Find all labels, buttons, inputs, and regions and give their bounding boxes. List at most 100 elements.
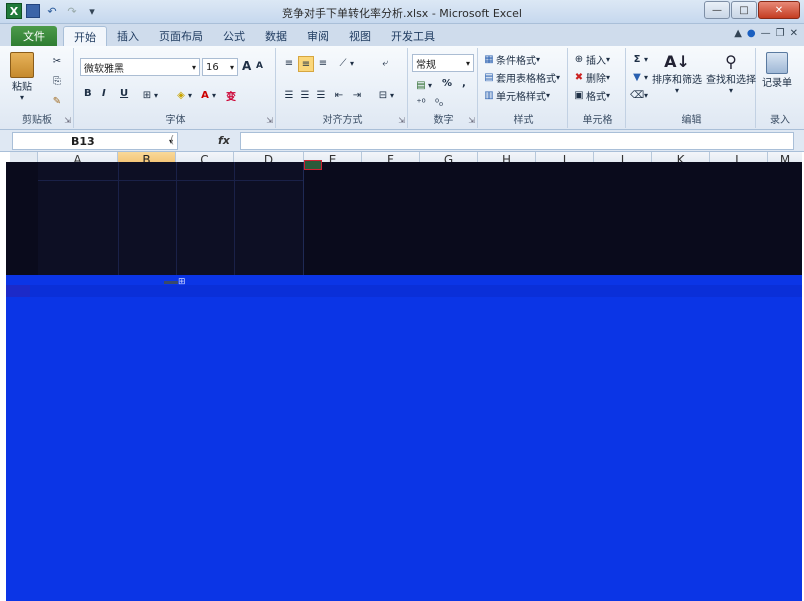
increase-decimal-icon: ⁺⁰ xyxy=(416,97,426,109)
underline-button[interactable]: U xyxy=(120,88,128,99)
sheet-row-strip xyxy=(6,285,30,297)
group-record: 记录单 录入 xyxy=(758,48,802,128)
name-box-value: B13 xyxy=(71,135,95,148)
increase-decimal-button[interactable]: ⁺⁰ xyxy=(414,96,428,110)
formula-input[interactable] xyxy=(240,132,794,150)
grid-line xyxy=(234,162,235,275)
bold-button[interactable]: B xyxy=(84,88,92,99)
alignment-launcher-icon[interactable]: ⇲ xyxy=(398,116,405,125)
decrease-decimal-icon: ⁰₀ xyxy=(434,97,444,109)
chevron-down-icon: ▾ xyxy=(465,58,470,68)
maximize-button[interactable]: □ xyxy=(731,1,757,19)
font-launcher-icon[interactable]: ⇲ xyxy=(266,116,273,125)
tab-review[interactable]: 审阅 xyxy=(297,26,339,46)
align-middle-icon: ≡ xyxy=(301,58,311,70)
conditional-formatting-button[interactable]: ▦ 条件格式 ▾ xyxy=(482,52,540,67)
copy-button[interactable]: ⎘ xyxy=(50,74,64,88)
orientation-icon: ⟋ xyxy=(339,57,347,69)
italic-button[interactable]: I xyxy=(102,88,106,99)
tab-view[interactable]: 视图 xyxy=(339,26,381,46)
formula-splitter-icon[interactable]: ( xyxy=(170,133,174,146)
format-cells-button[interactable]: ▣ 格式 ▾ xyxy=(572,88,610,103)
fill-color-button[interactable]: ◈ ▾ xyxy=(174,88,192,102)
help-icon[interactable]: ● xyxy=(747,28,756,39)
phonetic-button[interactable]: 变 xyxy=(226,88,236,103)
comma-button[interactable]: , xyxy=(462,78,466,89)
minimize-button[interactable]: — xyxy=(704,1,730,19)
tab-file[interactable]: 文件 xyxy=(11,26,57,46)
workbook-close-icon[interactable]: ✕ xyxy=(790,28,798,39)
number-format-select[interactable]: 常规 ▾ xyxy=(412,54,474,72)
workbook-minimize-icon[interactable]: — xyxy=(761,28,771,39)
cell-styles-icon: ▥ xyxy=(484,90,494,101)
find-select-button[interactable]: ⚲ 查找和选择 ▾ xyxy=(706,52,756,95)
font-size-select[interactable]: 16 ▾ xyxy=(202,58,238,76)
merge-center-button[interactable]: ⊟ ▾ xyxy=(376,88,394,102)
styles-group-label: 样式 xyxy=(513,115,534,126)
align-top-button[interactable]: ≡ xyxy=(282,56,296,70)
group-alignment: ≡ ≡ ≡ ⟋ ▾ ⤶ ☰ ☰ ☰ ⇤ ⇥ ⊟ ▾ 对齐方式 ⇲ xyxy=(278,48,408,128)
window-title: 竞争对手下单转化率分析.xlsx - Microsoft Excel xyxy=(282,7,522,20)
scissors-icon: ✂ xyxy=(52,55,62,67)
delete-cells-button[interactable]: ✖ 删除 ▾ xyxy=(572,70,610,85)
clear-button[interactable]: ⌫ ▾ xyxy=(630,88,648,102)
group-font: 微软雅黑 ▾ 16 ▾ A A B I U ⊞ ▾ ◈ ▾ A ▾ 变 字体 ⇲ xyxy=(76,48,276,128)
format-label: 格式 xyxy=(586,92,606,103)
format-painter-button[interactable]: ✎ xyxy=(50,94,64,108)
workbook-restore-icon[interactable]: ❐ xyxy=(776,28,785,39)
wrap-text-button[interactable]: ⤶ xyxy=(378,56,392,70)
close-button[interactable]: ✕ xyxy=(758,1,800,19)
align-center-button[interactable]: ☰ xyxy=(298,88,312,102)
paste-button[interactable]: 粘贴 ▾ xyxy=(10,52,34,102)
delete-icon: ✖ xyxy=(574,72,584,83)
tab-data[interactable]: 数据 xyxy=(255,26,297,46)
format-as-table-button[interactable]: ▤ 套用表格格式 ▾ xyxy=(482,70,560,85)
tab-home[interactable]: 开始 xyxy=(63,26,107,46)
percent-button[interactable]: % xyxy=(442,78,452,89)
font-color-button[interactable]: A ▾ xyxy=(198,88,216,102)
insert-cells-button[interactable]: ⊕ 插入 ▾ xyxy=(572,52,610,67)
align-bottom-button[interactable]: ≡ xyxy=(316,56,330,70)
align-middle-button[interactable]: ≡ xyxy=(298,56,314,72)
decrease-decimal-button[interactable]: ⁰₀ xyxy=(432,96,446,110)
autosum-button[interactable]: Σ ▾ xyxy=(630,52,648,66)
tab-developer[interactable]: 开发工具 xyxy=(381,26,445,46)
decrease-indent-button[interactable]: ⇤ xyxy=(332,88,346,102)
grow-font-button[interactable]: A xyxy=(242,59,251,73)
number-format-value: 常规 xyxy=(416,59,436,71)
grid-line xyxy=(38,180,303,181)
cut-button[interactable]: ✂ xyxy=(50,54,64,68)
clipboard-launcher-icon[interactable]: ⇲ xyxy=(64,116,71,125)
align-left-button[interactable]: ☰ xyxy=(282,88,296,102)
align-center-icon: ☰ xyxy=(300,89,310,101)
tab-formulas[interactable]: 公式 xyxy=(213,26,255,46)
increase-indent-button[interactable]: ⇥ xyxy=(350,88,364,102)
cell-styles-button[interactable]: ▥ 单元格样式 ▾ xyxy=(482,88,550,103)
fill-button[interactable]: ▼ ▾ xyxy=(630,70,648,84)
group-number: 常规 ▾ ▤ ▾ % , ⁺⁰ ⁰₀ 数字 ⇲ xyxy=(410,48,478,128)
title-bar: X ↶ ↷ ▾ 竞争对手下单转化率分析.xlsx - Microsoft Exc… xyxy=(0,0,804,24)
insert-function-icon[interactable]: fx xyxy=(218,134,230,147)
insert-label: 插入 xyxy=(586,56,606,67)
brush-icon: ✎ xyxy=(52,95,62,107)
ribbon-minimize-icon[interactable]: ▲ xyxy=(734,28,742,39)
number-launcher-icon[interactable]: ⇲ xyxy=(468,116,475,125)
orientation-button[interactable]: ⟋ ▾ xyxy=(336,56,355,70)
font-family-select[interactable]: 微软雅黑 ▾ xyxy=(80,58,200,76)
autofill-options-icon[interactable]: ⊞ xyxy=(178,277,186,287)
formula-expand-icon[interactable] xyxy=(794,130,802,150)
clipboard-group-label: 剪贴板 xyxy=(22,115,52,126)
border-button[interactable]: ⊞ ▾ xyxy=(140,88,158,102)
sort-filter-button[interactable]: A↓ 排序和筛选 ▾ xyxy=(652,52,702,95)
shrink-font-button[interactable]: A xyxy=(256,61,263,71)
tab-insert[interactable]: 插入 xyxy=(107,26,149,46)
record-form-button[interactable]: 记录单 xyxy=(762,52,792,89)
sort-filter-label: 排序和筛选 xyxy=(652,75,702,86)
currency-button[interactable]: ▤ ▾ xyxy=(414,78,432,92)
tab-page-layout[interactable]: 页面布局 xyxy=(149,26,213,46)
merge-icon: ⊟ xyxy=(378,89,388,101)
name-box[interactable]: B13 ▾ xyxy=(12,132,178,150)
paste-dropdown-icon[interactable]: ▾ xyxy=(20,93,24,102)
formula-bar: B13 ▾ ( fx xyxy=(0,130,804,152)
align-right-button[interactable]: ☰ xyxy=(314,88,328,102)
